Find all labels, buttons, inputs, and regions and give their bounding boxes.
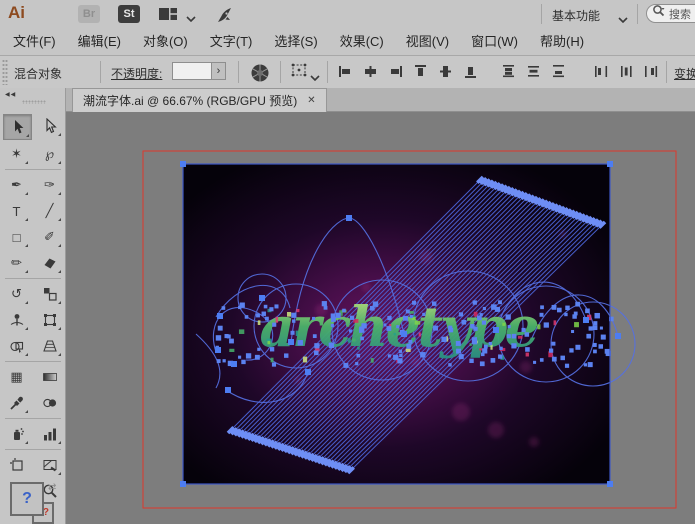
collapse-panel-button[interactable]: ◀◀: [5, 91, 16, 98]
distribute-h-center-button[interactable]: [618, 63, 635, 80]
fill-color-swatch[interactable]: ?: [10, 482, 44, 516]
control-bar: 混合对象 不透明度: › 变换: [0, 56, 695, 89]
document-tab-title: 潮流字体.ai @ 66.67% (RGB/GPU 预览): [83, 92, 297, 109]
menu-item-8[interactable]: 帮助(H): [529, 28, 595, 55]
menu-item-6[interactable]: 视图(V): [395, 28, 460, 55]
separator: [238, 61, 239, 83]
tool-type[interactable]: T: [3, 199, 30, 223]
fill-stroke-controls: ? ? ⇄: [0, 482, 66, 524]
menu-item-5[interactable]: 效果(C): [329, 28, 395, 55]
chevron-down-icon[interactable]: [186, 9, 196, 27]
tool-separator: [5, 449, 61, 450]
close-tab-icon[interactable]: ✕: [307, 95, 315, 106]
menu-item-0[interactable]: 文件(F): [2, 28, 67, 55]
tool-line-segment[interactable]: ╱: [36, 199, 63, 223]
menu-bar: 文件(F)编辑(E)对象(O)文字(T)选择(S)效果(C)视图(V)窗口(W)…: [0, 28, 695, 56]
canvas-area[interactable]: archetype: [66, 112, 695, 524]
panel-grip[interactable]: [2, 59, 8, 85]
tool-separator: [5, 418, 61, 419]
separator: [541, 4, 542, 24]
tools-panel: ◀◀ ✶℘✒✑T╱□✐✏ ↺ ▦ ? ? ⇄: [0, 88, 66, 524]
recolor-artwork-icon[interactable]: [249, 62, 271, 89]
reference-point-icon[interactable]: [291, 63, 309, 82]
tool-symbol-sprayer[interactable]: [3, 422, 30, 446]
menu-item-1[interactable]: 编辑(E): [67, 28, 132, 55]
menu-item-7[interactable]: 窗口(W): [460, 28, 529, 55]
distribute-v-center-button[interactable]: [525, 63, 542, 80]
separator: [637, 4, 638, 24]
transform-link[interactable]: 变换: [674, 65, 695, 82]
artwork[interactable]: archetype: [66, 112, 695, 524]
opacity-input[interactable]: [172, 62, 212, 80]
separator: [100, 61, 101, 83]
tool-paintbrush[interactable]: ✐: [36, 225, 63, 249]
tool-gradient[interactable]: [36, 365, 63, 389]
menu-item-4[interactable]: 选择(S): [263, 28, 328, 55]
swap-fill-stroke-icon[interactable]: ⇄: [48, 482, 56, 493]
distribute-right-button[interactable]: [643, 63, 660, 80]
tool-mesh[interactable]: ▦: [3, 365, 30, 389]
opacity-spinner-button[interactable]: ›: [211, 62, 226, 80]
tool-shape-builder[interactable]: [3, 334, 30, 358]
align-top-button[interactable]: [412, 63, 429, 80]
tool-puppet-warp[interactable]: [3, 308, 30, 332]
tool-eraser[interactable]: [36, 251, 63, 275]
search-input[interactable]: 搜索: [646, 4, 695, 23]
distribute-left-button[interactable]: [593, 63, 610, 80]
context-label: 混合对象: [14, 65, 62, 82]
tools-list: ✶℘✒✑T╱□✐✏ ↺ ▦: [3, 114, 63, 505]
stock-button[interactable]: St: [118, 5, 140, 23]
tool-selection[interactable]: [3, 114, 32, 140]
chevron-down-icon[interactable]: [310, 68, 320, 86]
tool-separator: [5, 169, 61, 170]
distribute-bottom-button[interactable]: [550, 63, 567, 80]
tool-perspective-grid[interactable]: [36, 334, 63, 358]
align-bottom-button[interactable]: [462, 63, 479, 80]
arrange-documents-icon[interactable]: [158, 6, 178, 27]
tool-pen[interactable]: ✒: [3, 173, 30, 197]
tool-magic-wand[interactable]: ✶: [3, 142, 30, 166]
separator: [327, 61, 328, 83]
align-v-center-button[interactable]: [437, 63, 454, 80]
tool-free-transform[interactable]: [36, 308, 63, 332]
workspace-switcher[interactable]: 基本功能: [552, 7, 600, 24]
illustrator-logo: Ai: [8, 3, 25, 23]
document-tab[interactable]: 潮流字体.ai @ 66.67% (RGB/GPU 预览) ✕: [72, 88, 327, 112]
search-placeholder: 搜索: [669, 6, 691, 22]
separator: [666, 61, 667, 83]
search-icon: [652, 4, 666, 23]
menu-item-3[interactable]: 文字(T): [199, 28, 264, 55]
tool-lasso[interactable]: ℘: [36, 142, 63, 166]
tool-separator: [5, 278, 61, 279]
separator: [280, 61, 281, 83]
menu-item-2[interactable]: 对象(O): [132, 28, 199, 55]
tool-pencil[interactable]: ✏: [3, 251, 30, 275]
tool-column-graph[interactable]: [36, 422, 63, 446]
panel-grip[interactable]: [22, 100, 46, 104]
share-rocket-icon[interactable]: [215, 5, 235, 30]
tool-eyedropper[interactable]: [3, 391, 30, 415]
tool-rectangle[interactable]: □: [3, 225, 30, 249]
distribute-top-button[interactable]: [500, 63, 517, 80]
align-h-center-button[interactable]: [362, 63, 379, 80]
chevron-down-icon[interactable]: [618, 10, 628, 28]
document-tab-bar: 潮流字体.ai @ 66.67% (RGB/GPU 预览) ✕: [66, 88, 695, 112]
app-bar: Ai Br St 基本功能 搜索: [0, 0, 695, 29]
tool-rotate[interactable]: ↺: [3, 282, 30, 306]
bridge-button[interactable]: Br: [78, 5, 100, 23]
align-right-button[interactable]: [387, 63, 404, 80]
tool-artboard[interactable]: [3, 453, 30, 477]
tool-separator: [5, 361, 61, 362]
tool-slice[interactable]: [36, 453, 63, 477]
tool-scale[interactable]: [36, 282, 63, 306]
align-left-button[interactable]: [337, 63, 354, 80]
tool-direct-selection[interactable]: [36, 114, 63, 138]
tool-curvature[interactable]: ✑: [36, 173, 63, 197]
opacity-link[interactable]: 不透明度:: [111, 65, 162, 82]
tool-blend[interactable]: [36, 391, 63, 415]
